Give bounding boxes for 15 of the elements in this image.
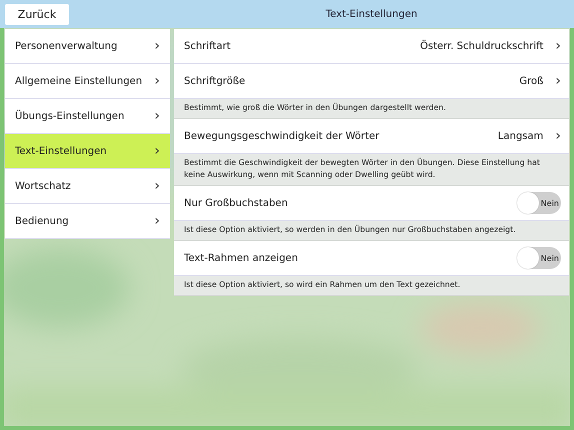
setting-row[interactable]: Schriftgröße Groß › [174,64,569,99]
sidebar-item[interactable]: Bedienung › [5,204,170,239]
toggle-switch[interactable]: Nein [517,247,561,269]
setting-row[interactable]: Bewegungsgeschwindigkeit der Wörter Langsam › [174,119,569,154]
sidebar-item[interactable]: Personenverwaltung › [5,29,170,64]
setting-row[interactable]: Schriftart Österr. Schuldruckschrift › [174,29,569,64]
screen-title: Text-Einstellungen [324,8,418,20]
setting-row: Text-Rahmen anzeigen Nein [174,241,569,276]
sidebar-item[interactable]: Text-Einstellungen › [5,134,170,169]
toggle-switch[interactable]: Nein [517,192,561,214]
sidebar-item[interactable]: Übungs-Einstellungen › [5,99,170,134]
back-button[interactable]: Zurück [5,4,69,24]
sidebar-item[interactable]: Allgemeine Einstellungen › [5,64,170,99]
setting-row: Nur Großbuchstaben Nein [174,186,569,221]
sidebar-item[interactable]: Wortschatz › [5,169,170,204]
